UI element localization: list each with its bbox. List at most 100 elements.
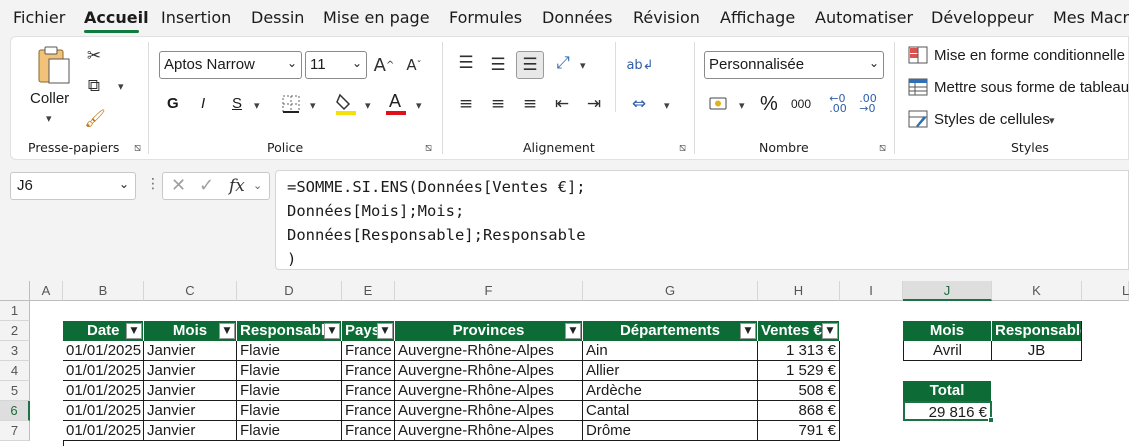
align-bottom-icon[interactable]: ☰ [516,51,544,79]
table-cell[interactable]: Cantal [583,401,758,421]
wrap-text-icon[interactable]: ab↲ [626,52,653,78]
more-options-icon[interactable]: ⋮ [146,176,160,192]
name-box[interactable]: J6 ⌄ [10,172,136,200]
column-header-d[interactable]: D [237,281,342,301]
column-header-h[interactable]: H [758,281,840,301]
table-cell[interactable]: Auvergne-Rhône-Alpes [395,381,583,401]
accounting-chevron-down-icon[interactable]: ▾ [739,99,745,112]
increase-indent-icon[interactable]: ⇥ [583,93,605,115]
font-color-icon[interactable]: A [385,90,407,116]
tab-mes-macros[interactable]: Mes Macro [1053,8,1129,27]
number-format-select[interactable]: Personnalisée ⌄ [704,51,884,79]
thousands-separator-button[interactable]: 000 [791,97,811,111]
paste-icon[interactable] [34,44,74,86]
tab-dessin[interactable]: Dessin [251,8,304,27]
table-cell[interactable]: Flavie [237,381,342,401]
select-all-corner[interactable] [0,281,30,301]
borders-chevron-down-icon[interactable]: ▾ [310,99,316,112]
table-cell[interactable]: 508 € [758,381,840,401]
align-top-icon[interactable]: ☰ [455,52,477,74]
align-right-icon[interactable]: ≡ [519,93,541,115]
table-cell[interactable]: 868 € [758,401,840,421]
column-header-i[interactable]: I [840,281,903,301]
font-name-select[interactable]: Aptos Narrow ⌄ [159,51,302,79]
table-cell[interactable]: Flavie [237,341,342,361]
row-header-4[interactable]: 4 [0,361,30,381]
increase-decimal-icon[interactable]: ←0.00 [827,92,849,116]
table-cell[interactable]: Allier [583,361,758,381]
filter-dropdown-icon[interactable]: ▼ [822,323,838,339]
filter-dropdown-icon[interactable]: ▼ [565,323,581,339]
table-cell[interactable]: Auvergne-Rhône-Alpes [395,401,583,421]
font-color-chevron-down-icon[interactable]: ▾ [416,99,422,112]
row-header-5[interactable]: 5 [0,381,30,401]
decrease-decimal-icon[interactable]: .00 →0 [857,92,879,116]
font-size-select[interactable]: 11 ⌄ [305,51,367,79]
clipboard-launcher-icon[interactable]: ⧅ [134,141,141,155]
cut-icon[interactable]: ✂ [84,46,104,66]
table-cell[interactable]: Janvier [144,401,237,421]
tab-fichier[interactable]: Fichier [13,8,65,27]
filter-dropdown-icon[interactable]: ▼ [126,323,142,339]
cell-styles-chevron-down-icon[interactable]: ▾ [1049,114,1055,127]
insert-function-icon[interactable]: fx [229,176,245,196]
cell-styles-button[interactable]: Styles de cellules [934,111,1050,128]
total-value-cell[interactable]: 29 816 € [903,401,992,421]
decrease-indent-icon[interactable]: ⇤ [551,93,573,115]
align-middle-icon[interactable]: ☰ [487,54,509,76]
align-center-icon[interactable]: ≡ [487,93,509,115]
copy-icon[interactable]: ⧉ [84,76,104,96]
table-cell[interactable]: France [342,361,395,381]
fill-handle[interactable] [988,417,994,423]
percent-button[interactable]: % [760,93,778,116]
merge-center-icon[interactable]: ⇔ [628,93,650,115]
column-header-a[interactable]: A [30,281,63,301]
filter-dropdown-icon[interactable]: ▼ [740,323,756,339]
table-cell[interactable]: 1 529 € [758,361,840,381]
tab-formules[interactable]: Formules [449,8,522,27]
table-cell[interactable]: Flavie [237,421,342,441]
format-as-table-icon[interactable] [908,77,928,97]
orientation-chevron-down-icon[interactable]: ▾ [580,59,586,72]
criteria-responsable-input[interactable]: JB [992,341,1082,361]
column-header-k[interactable]: K [992,281,1082,301]
table-cell[interactable]: 01/01/2025 [63,421,144,441]
tab-donnees[interactable]: Données [542,8,612,27]
formula-input[interactable]: =SOMME.SI.ENS(Données[Ventes €]; Données… [275,170,1129,270]
table-cell[interactable]: France [342,341,395,361]
table-cell[interactable]: Ardèche [583,381,758,401]
merge-chevron-down-icon[interactable]: ▾ [664,99,670,112]
borders-icon[interactable] [280,93,302,115]
paste-chevron-down-icon[interactable]: ▾ [46,112,52,125]
format-as-table-button[interactable]: Mettre sous forme de tableau [934,79,1129,96]
table-cell[interactable]: Drôme [583,421,758,441]
filter-dropdown-icon[interactable]: ▼ [219,323,235,339]
table-cell[interactable]: France [342,401,395,421]
tab-mise-en-page[interactable]: Mise en page [323,8,430,27]
underline-button[interactable]: S [232,95,242,112]
bold-button[interactable]: G [167,95,179,112]
fill-color-chevron-down-icon[interactable]: ▾ [365,99,371,112]
row-header-6[interactable]: 6 [0,401,30,421]
column-header-b[interactable]: B [63,281,144,301]
table-cell[interactable]: 01/01/2025 [63,381,144,401]
underline-chevron-down-icon[interactable]: ▾ [254,99,260,112]
column-header-j[interactable]: J [903,281,992,301]
format-painter-icon[interactable]: 🖌 [84,108,106,130]
column-header-e[interactable]: E [342,281,395,301]
table-cell[interactable]: 1 313 € [758,341,840,361]
filter-dropdown-icon[interactable]: ▼ [324,323,340,339]
column-header-f[interactable]: F [395,281,583,301]
accounting-icon[interactable] [708,93,732,115]
paste-label[interactable]: Coller [30,90,69,107]
table-cell[interactable]: 01/01/2025 [63,401,144,421]
table-cell[interactable]: Auvergne-Rhône-Alpes [395,361,583,381]
table-cell[interactable]: Janvier [144,341,237,361]
alignment-launcher-icon[interactable]: ⧅ [679,141,686,155]
tab-revision[interactable]: Révision [633,8,700,27]
table-cell[interactable]: 791 € [758,421,840,441]
table-cell[interactable]: France [342,421,395,441]
table-cell[interactable]: Flavie [237,401,342,421]
table-cell[interactable]: Janvier [144,421,237,441]
decrease-font-icon[interactable]: Aˇ [403,52,425,78]
